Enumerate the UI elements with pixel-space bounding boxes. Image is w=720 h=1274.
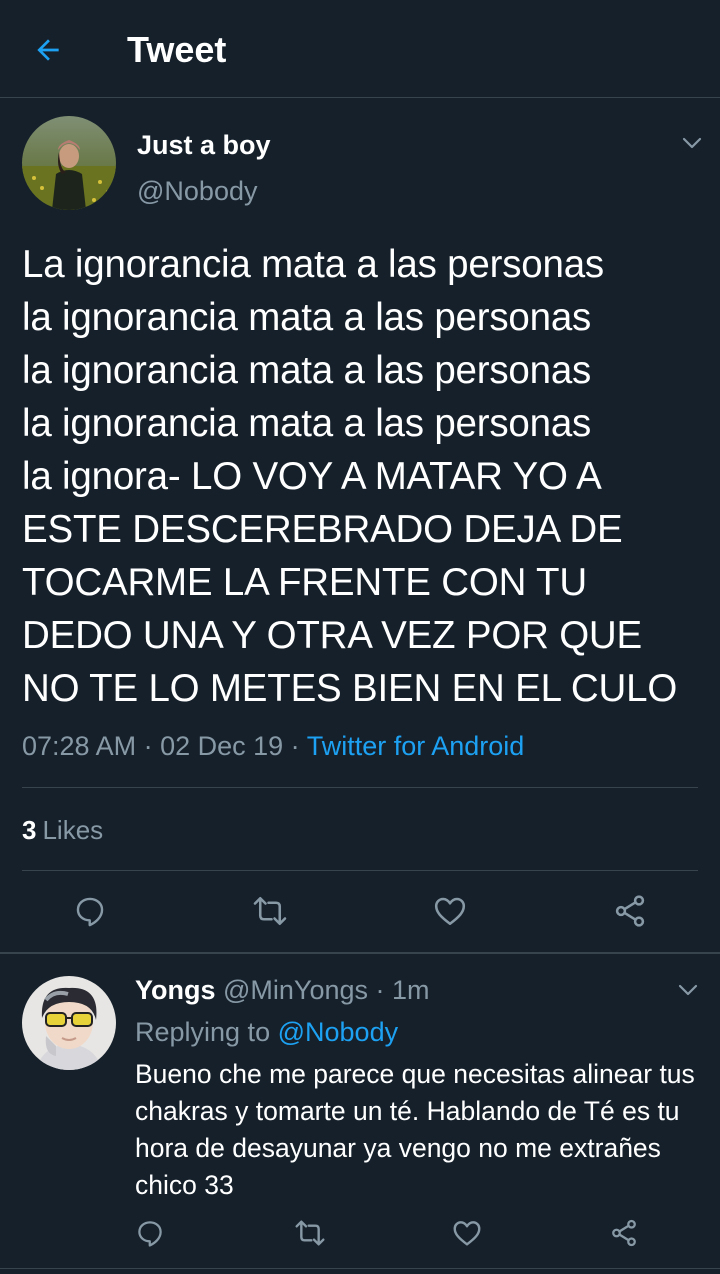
like-button[interactable] [428, 889, 472, 933]
author-name[interactable]: Just a boy [137, 128, 271, 162]
heart-icon [453, 1221, 481, 1246]
retweet-icon [253, 896, 287, 926]
likes-label: Likes [42, 815, 104, 845]
author-handle[interactable]: @Nobody [137, 174, 257, 208]
reply-author-avatar[interactable] [22, 976, 116, 1070]
share-icon [612, 1219, 636, 1247]
tweet-source-link[interactable]: Twitter for Android [307, 731, 525, 761]
heart-icon [434, 897, 466, 926]
divider [22, 870, 698, 871]
reply-author-handle[interactable]: @MinYongs [223, 975, 368, 1005]
likes-summary[interactable]: 3 Likes [22, 813, 103, 847]
divider [22, 787, 698, 788]
section-separator [0, 952, 720, 954]
replying-label: Replying to [135, 1017, 271, 1047]
reply-reply-button[interactable] [128, 1211, 172, 1255]
replying-to: Replying to @Nobody [135, 1014, 398, 1050]
arrow-left-icon [37, 39, 59, 61]
reply-text: Bueno che me parece que necesitas alinea… [135, 1059, 695, 1200]
top-app-bar: Tweet [0, 0, 720, 98]
page-title: Tweet [127, 29, 227, 70]
reply-button[interactable] [68, 889, 112, 933]
reply-icon [76, 897, 104, 927]
reply-icon [138, 1221, 162, 1247]
back-button[interactable] [26, 28, 70, 72]
share-icon [615, 895, 645, 927]
author-avatar[interactable] [22, 116, 116, 210]
share-button[interactable] [608, 889, 652, 933]
retweet-icon [295, 1220, 325, 1246]
reply-retweet-button[interactable] [288, 1211, 332, 1255]
reply-author-name[interactable]: Yongs [135, 975, 216, 1005]
chevron-down-icon[interactable] [676, 978, 700, 1002]
reply-like-button[interactable] [445, 1211, 489, 1255]
tweet-date: 02 Dec 19 [160, 731, 284, 761]
tweet-text: La ignorancia mata a las personas la ign… [22, 243, 678, 710]
tweet-time: 07:28 AM [22, 731, 137, 761]
divider [0, 1268, 720, 1269]
retweet-button[interactable] [248, 889, 292, 933]
tweet-metadata: 07:28 AM · 02 Dec 19 · Twitter for Andro… [22, 731, 525, 761]
replying-mention-link[interactable]: @Nobody [278, 1017, 398, 1047]
likes-count: 3 [22, 815, 37, 845]
chevron-down-icon[interactable] [680, 131, 704, 155]
reply-time: 1m [392, 975, 430, 1005]
reply-share-button[interactable] [602, 1211, 646, 1255]
reply-header: Yongs @MinYongs · 1m [135, 975, 430, 1005]
